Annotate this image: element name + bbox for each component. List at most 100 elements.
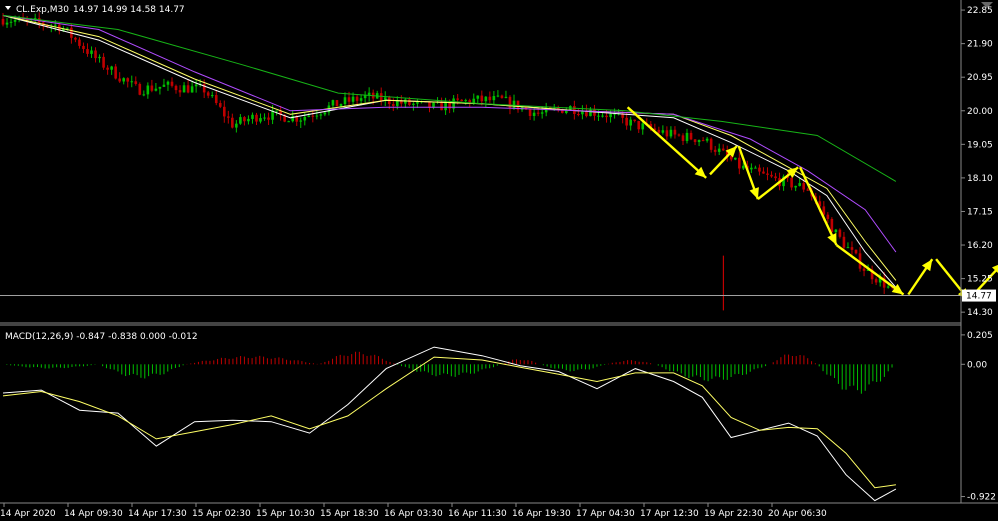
candle xyxy=(709,137,713,153)
candle xyxy=(661,125,665,135)
candle xyxy=(685,128,689,144)
candle xyxy=(854,249,858,255)
price-tick-label: 17.15 xyxy=(967,207,993,217)
candle xyxy=(826,212,830,223)
time-tick-label: 15 Apr 02:30 xyxy=(192,509,251,519)
ma-line-slow xyxy=(2,14,897,253)
candle xyxy=(838,228,842,239)
candle xyxy=(846,242,850,249)
candle xyxy=(235,120,238,133)
time-tick-label: 16 Apr 03:30 xyxy=(384,509,443,519)
candle xyxy=(5,18,9,28)
candle xyxy=(178,85,182,97)
candle xyxy=(331,99,335,109)
candle xyxy=(90,46,93,58)
time-axis: 14 Apr 2020 14 Apr 09:30 14 Apr 17:30 15 Ap… xyxy=(0,503,827,519)
candle xyxy=(319,113,323,120)
candle xyxy=(750,163,753,174)
candle xyxy=(774,172,777,181)
forecast-arrow xyxy=(907,258,934,296)
candle xyxy=(58,22,61,35)
candle xyxy=(98,54,101,63)
candle xyxy=(210,91,214,98)
current-price-label: 14.77 xyxy=(966,292,992,302)
price-tick-label: 19.05 xyxy=(967,140,993,150)
candle xyxy=(754,165,757,169)
candle xyxy=(231,113,234,129)
candle xyxy=(460,99,463,102)
candle xyxy=(504,90,508,99)
candle xyxy=(762,167,765,174)
candle xyxy=(601,112,604,118)
time-tick-label: 19 Apr 22:30 xyxy=(704,509,763,519)
macd-tick-label: -0.922 xyxy=(967,493,996,503)
time-tick-label: 16 Apr 11:30 xyxy=(448,509,507,519)
candle xyxy=(251,112,254,124)
price-tick-label: 22.85 xyxy=(967,6,993,16)
candle xyxy=(267,112,270,125)
candle xyxy=(218,100,222,109)
candle xyxy=(82,42,85,53)
candle xyxy=(9,17,13,28)
macd-line-signal xyxy=(2,356,896,489)
candle xyxy=(488,91,492,103)
chart-frames xyxy=(0,0,998,504)
candle xyxy=(170,77,174,88)
candle xyxy=(74,36,77,43)
time-tick-label: 20 Apr 06:30 xyxy=(768,509,827,519)
ma-line-fast xyxy=(2,14,897,288)
candle xyxy=(255,112,258,126)
candle xyxy=(355,94,359,104)
candle xyxy=(166,80,170,91)
candle xyxy=(496,90,500,98)
ohlc-label: 14.97 14.99 14.58 14.77 xyxy=(73,5,185,15)
candle xyxy=(444,97,447,115)
time-tick-label: 14 Apr 2020 xyxy=(0,509,56,519)
candle xyxy=(186,79,190,94)
candle xyxy=(110,65,113,75)
candle xyxy=(154,82,158,92)
candlestick-series xyxy=(1,12,894,311)
dropdown-triangle-icon[interactable] xyxy=(5,6,11,10)
macd-tick-label: 0.00 xyxy=(967,360,987,370)
candle xyxy=(126,77,130,88)
candle xyxy=(770,171,773,178)
candle xyxy=(134,76,138,86)
candle xyxy=(870,265,874,284)
candle xyxy=(440,97,443,111)
candle xyxy=(130,75,134,88)
candle xyxy=(484,96,488,108)
price-tick-label: 18.10 xyxy=(967,174,993,184)
macd-axis: 0.205 0.00 -0.922 xyxy=(961,331,996,503)
candle xyxy=(287,120,290,123)
candle xyxy=(452,94,455,113)
candle xyxy=(335,100,339,107)
candle xyxy=(243,116,246,126)
candle xyxy=(158,86,162,95)
candle xyxy=(721,144,725,152)
candle xyxy=(122,77,126,85)
candle xyxy=(633,119,637,123)
time-tick-label: 14 Apr 17:30 xyxy=(128,509,187,519)
candle xyxy=(142,90,146,97)
candle xyxy=(33,13,37,23)
symbol-label: CL.Exp,M30 xyxy=(16,5,69,15)
forecast-arrow xyxy=(798,166,838,246)
macd-tick-label: 0.205 xyxy=(967,331,993,341)
candle xyxy=(850,241,854,255)
price-tick-label: 20.95 xyxy=(967,73,993,83)
candle xyxy=(375,90,379,99)
price-tick-label: 20.00 xyxy=(967,107,993,117)
trading-chart[interactable]: 22.85 21.90 20.95 20.00 19.05 18.10 17.15 16.20… xyxy=(0,0,998,521)
candle xyxy=(311,110,315,123)
candle xyxy=(150,79,154,93)
candle xyxy=(118,72,121,83)
candle xyxy=(78,37,81,49)
candle xyxy=(476,95,480,104)
candle xyxy=(625,112,628,130)
candle xyxy=(367,87,371,102)
candle xyxy=(114,63,117,80)
candle xyxy=(363,91,367,103)
candle xyxy=(794,185,797,192)
candle xyxy=(94,47,97,63)
